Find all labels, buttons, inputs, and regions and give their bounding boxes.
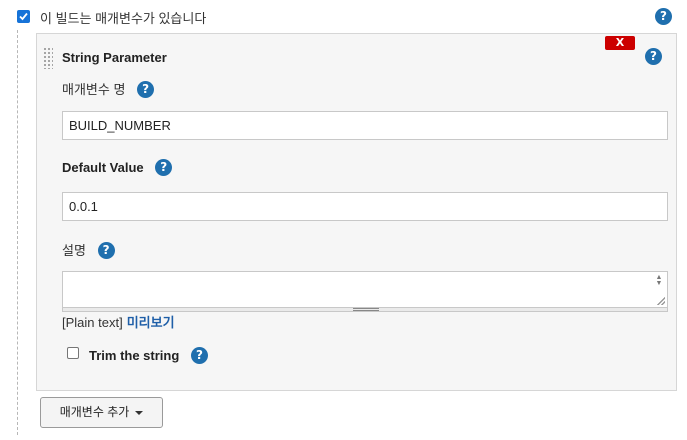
drag-handle-icon[interactable] <box>43 47 53 69</box>
default-value-input[interactable]: 0.0.1 <box>62 192 668 221</box>
help-icon[interactable]: ? <box>155 159 173 177</box>
string-parameter-panel: X ? String Parameter 매개변수 명 ? BUILD_NUMB… <box>36 33 677 391</box>
help-icon[interactable]: ? <box>645 48 662 65</box>
description-textarea[interactable]: ▲ ▼ <box>62 271 668 308</box>
name-input[interactable]: BUILD_NUMBER <box>62 111 668 140</box>
params-checkbox-label[interactable]: 이 빌드는 매개변수가 있습니다 <box>40 8 206 27</box>
help-icon[interactable]: ? <box>97 242 115 260</box>
help-icon[interactable]: ? <box>137 81 155 99</box>
trim-string-checkbox[interactable] <box>67 347 79 359</box>
grabber-icon <box>353 308 379 311</box>
help-icon[interactable]: ? <box>190 347 208 365</box>
add-parameter-label: 매개변수 추가 <box>59 405 130 419</box>
check-icon <box>19 12 28 21</box>
spinner-arrows-icon[interactable]: ▲ ▼ <box>655 274 663 289</box>
add-parameter-button[interactable]: 매개변수 추가 <box>40 397 163 428</box>
default-value-label-row: Default Value ? <box>62 159 173 177</box>
trim-string-label-row: Trim the string ? <box>89 347 208 365</box>
preview-link[interactable]: 미리보기 <box>127 315 175 330</box>
trim-string-label[interactable]: Trim the string <box>89 348 179 363</box>
description-label: 설명 <box>62 243 86 258</box>
section-guide-line <box>17 30 18 435</box>
name-label: 매개변수 명 <box>62 82 126 97</box>
delete-parameter-button[interactable]: X <box>605 36 635 50</box>
resize-corner-icon[interactable] <box>657 297 665 305</box>
help-icon[interactable]: ? <box>655 8 672 25</box>
plain-text-label: [Plain text] <box>62 315 123 330</box>
default-value-label: Default Value <box>62 160 144 175</box>
description-label-row: 설명 ? <box>62 240 115 260</box>
params-checkbox[interactable] <box>17 10 30 23</box>
name-label-row: 매개변수 명 ? <box>62 79 155 99</box>
markup-format-row: [Plain text] 미리보기 <box>62 312 175 331</box>
parameter-type-title: String Parameter <box>62 50 167 65</box>
dropdown-caret-icon <box>135 410 144 415</box>
